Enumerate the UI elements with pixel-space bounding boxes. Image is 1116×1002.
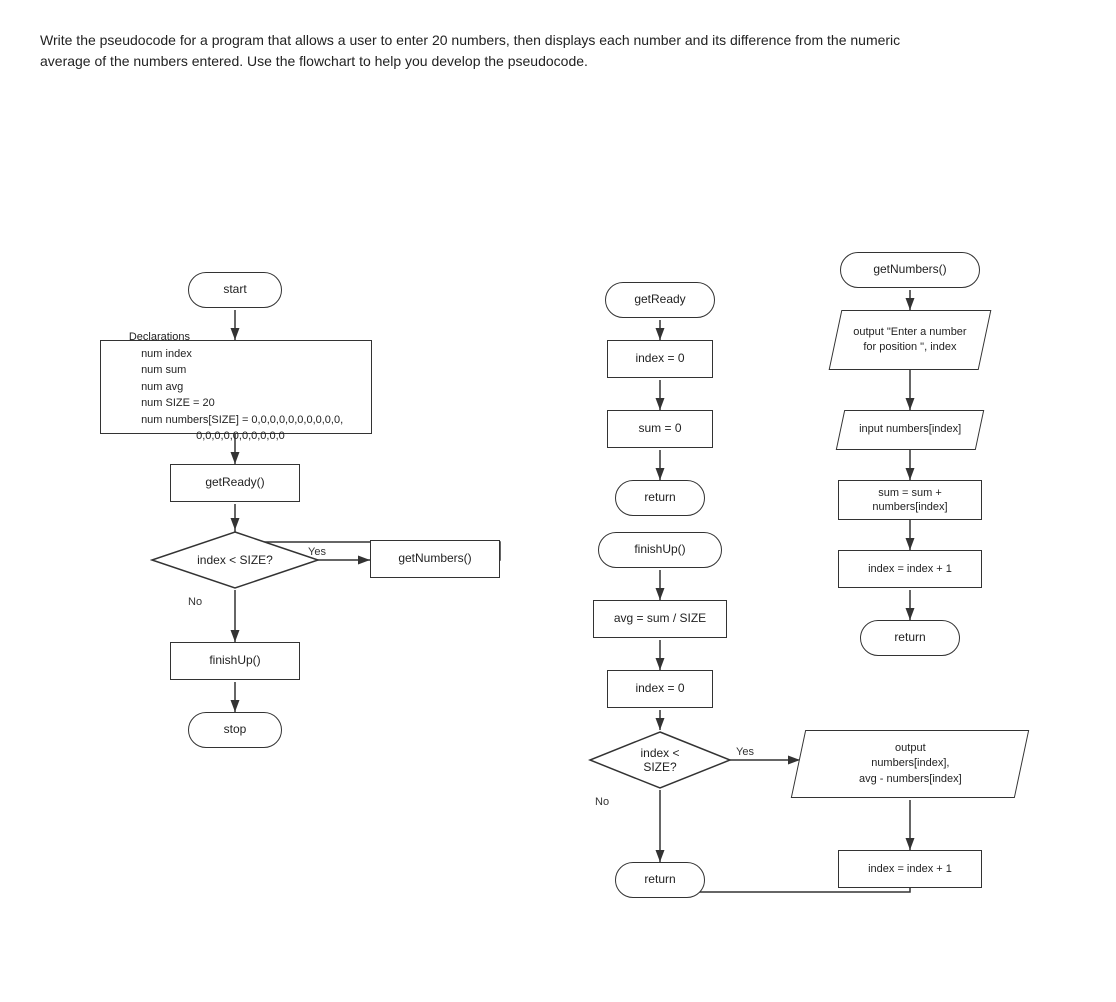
output-enter-para: output "Enter a number for position ", i… bbox=[835, 310, 985, 370]
return3-oval: return bbox=[860, 620, 960, 656]
getnumbers-fn-oval: getNumbers() bbox=[840, 252, 980, 288]
finishup-fn-oval: finishUp() bbox=[598, 532, 722, 568]
output2-para: outputnumbers[index],avg - numbers[index… bbox=[798, 730, 1022, 798]
diamond-middle: index < SIZE? bbox=[588, 730, 732, 790]
declarations-rect: Declarations num index num sum num avg n… bbox=[100, 340, 372, 434]
yes-label-left: Yes bbox=[308, 546, 326, 558]
getnumbers-call-rect: getNumbers() bbox=[370, 540, 500, 578]
yes2-label: Yes bbox=[736, 746, 754, 758]
stop-oval: stop bbox=[188, 712, 282, 748]
index-update2-rect: index = index + 1 bbox=[838, 850, 982, 888]
return1-oval: return bbox=[615, 480, 705, 516]
no2-label: No bbox=[595, 796, 609, 808]
index-eq-0-rect: index = 0 bbox=[607, 340, 713, 378]
index-eq-0b-rect: index = 0 bbox=[607, 670, 713, 708]
flowchart-area: start Declarations num index num sum num… bbox=[40, 112, 1080, 972]
getready-fn-oval: getReady bbox=[605, 282, 715, 318]
finishup-call-rect: finishUp() bbox=[170, 642, 300, 680]
intro-text: Write the pseudocode for a program that … bbox=[40, 30, 940, 72]
getready-call-rect: getReady() bbox=[170, 464, 300, 502]
no-label-left: No bbox=[188, 596, 202, 608]
avg-rect: avg = sum / SIZE bbox=[593, 600, 727, 638]
start-oval: start bbox=[188, 272, 282, 308]
index-update-rect: index = index + 1 bbox=[838, 550, 982, 588]
return2-oval: return bbox=[615, 862, 705, 898]
diamond-left: index < SIZE? bbox=[150, 530, 320, 590]
sum-eq-0-rect: sum = 0 bbox=[607, 410, 713, 448]
sum-update-rect: sum = sum + numbers[index] bbox=[838, 480, 982, 520]
input-numbers-para: input numbers[index] bbox=[840, 410, 980, 450]
